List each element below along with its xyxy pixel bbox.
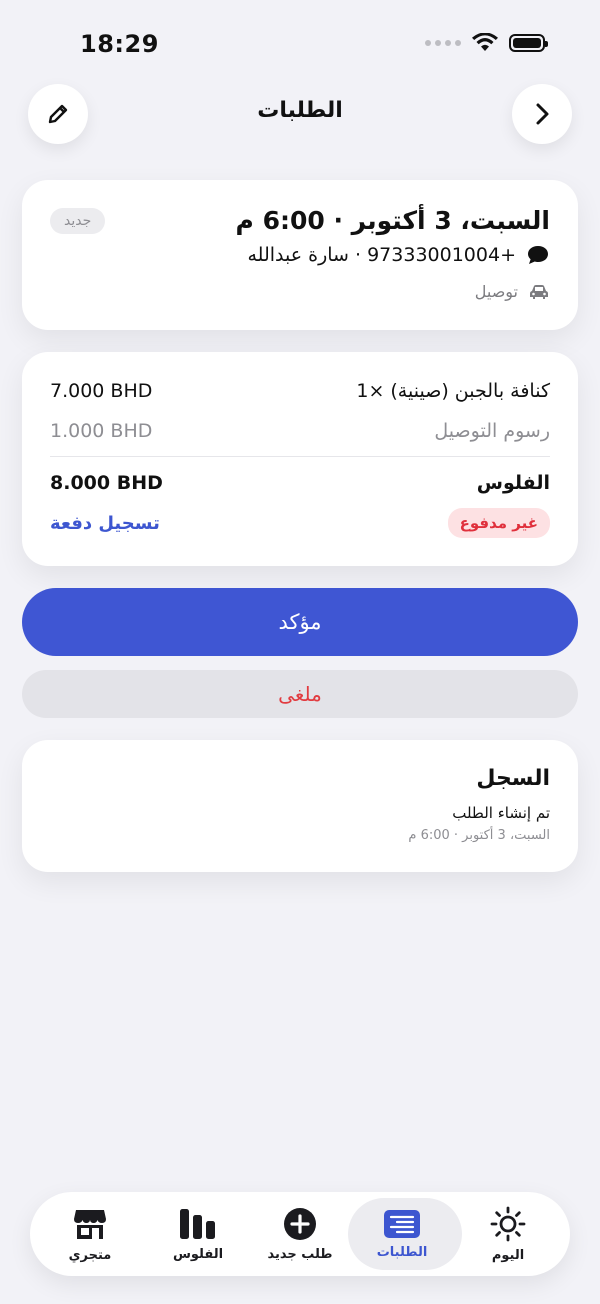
log-title: السجل <box>476 766 550 791</box>
payment-row: تسجيل دفعة غير مدفوع <box>50 508 550 538</box>
list-icon <box>384 1209 420 1238</box>
car-icon <box>530 284 548 299</box>
delivery-type: توصيل <box>474 282 518 301</box>
line-item-name: كنافة بالجبن (صينية) ×1 <box>356 380 550 402</box>
payment-status-badge: غير مدفوع <box>447 508 550 538</box>
wifi-icon <box>472 33 498 51</box>
contact-row[interactable]: +97333001004 · سارة عبدالله <box>248 244 551 266</box>
cancel-button[interactable]: ملغى <box>22 670 578 718</box>
delivery-row: توصيل <box>475 282 550 301</box>
nav-bar: الطلبات <box>0 84 600 146</box>
delivery-fee-row: 1.000 BHD رسوم التوصيل <box>50 420 550 442</box>
total-row: 8.000 BHD الفلوس <box>50 472 550 494</box>
log-timestamp: السبت، 3 أكتوبر · 6:00 م <box>408 828 550 843</box>
tab-money[interactable]: الفلوس <box>144 1192 252 1276</box>
tab-money-label: الفلوس <box>172 1246 224 1262</box>
customer-contact: +97333001004 · سارة عبدالله <box>247 244 517 266</box>
record-payment-link[interactable]: تسجيل دفعة <box>50 513 160 534</box>
forward-button[interactable] <box>512 84 572 144</box>
line-item-price: 7.000 BHD <box>50 380 153 402</box>
status-time: 18:29 <box>80 30 159 58</box>
page-title: الطلبات <box>257 98 343 123</box>
tab-new-order[interactable]: طلب جديد <box>246 1192 354 1276</box>
status-badge: جديد <box>50 208 106 234</box>
store-icon <box>74 1209 106 1239</box>
divider <box>50 456 550 457</box>
sun-icon <box>490 1206 526 1241</box>
tab-orders-label: الطلبات <box>376 1244 428 1260</box>
signal-icon <box>425 40 461 46</box>
tab-today[interactable]: اليوم <box>454 1192 562 1276</box>
order-items-card: 7.000 BHD كنافة بالجبن (صينية) ×1 1.000 … <box>22 352 578 566</box>
status-bar: 18:29 <box>0 0 600 88</box>
delivery-fee-price: 1.000 BHD <box>50 420 153 442</box>
tab-bar: متجري الفلوس طلب جديد الطلبات اليوم <box>30 1192 570 1276</box>
tab-new-order-label: طلب جديد <box>267 1246 333 1262</box>
total-label: الفلوس <box>476 472 550 494</box>
confirm-button[interactable]: مؤكد <box>22 588 578 656</box>
chat-bubble-icon <box>528 246 548 264</box>
tab-store-label: متجري <box>68 1247 112 1263</box>
history-log-card: السجل تم إنشاء الطلب السبت، 3 أكتوبر · 6… <box>22 740 578 872</box>
tab-store[interactable]: متجري <box>36 1192 144 1276</box>
status-icons <box>425 33 548 53</box>
log-event: تم إنشاء الطلب <box>452 804 550 822</box>
tab-today-label: اليوم <box>491 1247 525 1263</box>
bar-chart-icon <box>180 1208 215 1239</box>
order-date: السبت، 3 أكتوبر · 6:00 م <box>235 206 550 235</box>
chevron-right-icon <box>536 103 549 125</box>
plus-circle-icon <box>284 1207 316 1240</box>
total-price: 8.000 BHD <box>50 472 163 494</box>
order-line-item: 7.000 BHD كنافة بالجبن (صينية) ×1 <box>50 380 550 402</box>
tab-orders[interactable]: الطلبات <box>348 1192 462 1276</box>
battery-icon <box>509 34 548 52</box>
delivery-fee-label: رسوم التوصيل <box>434 420 550 442</box>
order-summary-card: جديد السبت، 3 أكتوبر · 6:00 م +973330010… <box>22 180 578 330</box>
